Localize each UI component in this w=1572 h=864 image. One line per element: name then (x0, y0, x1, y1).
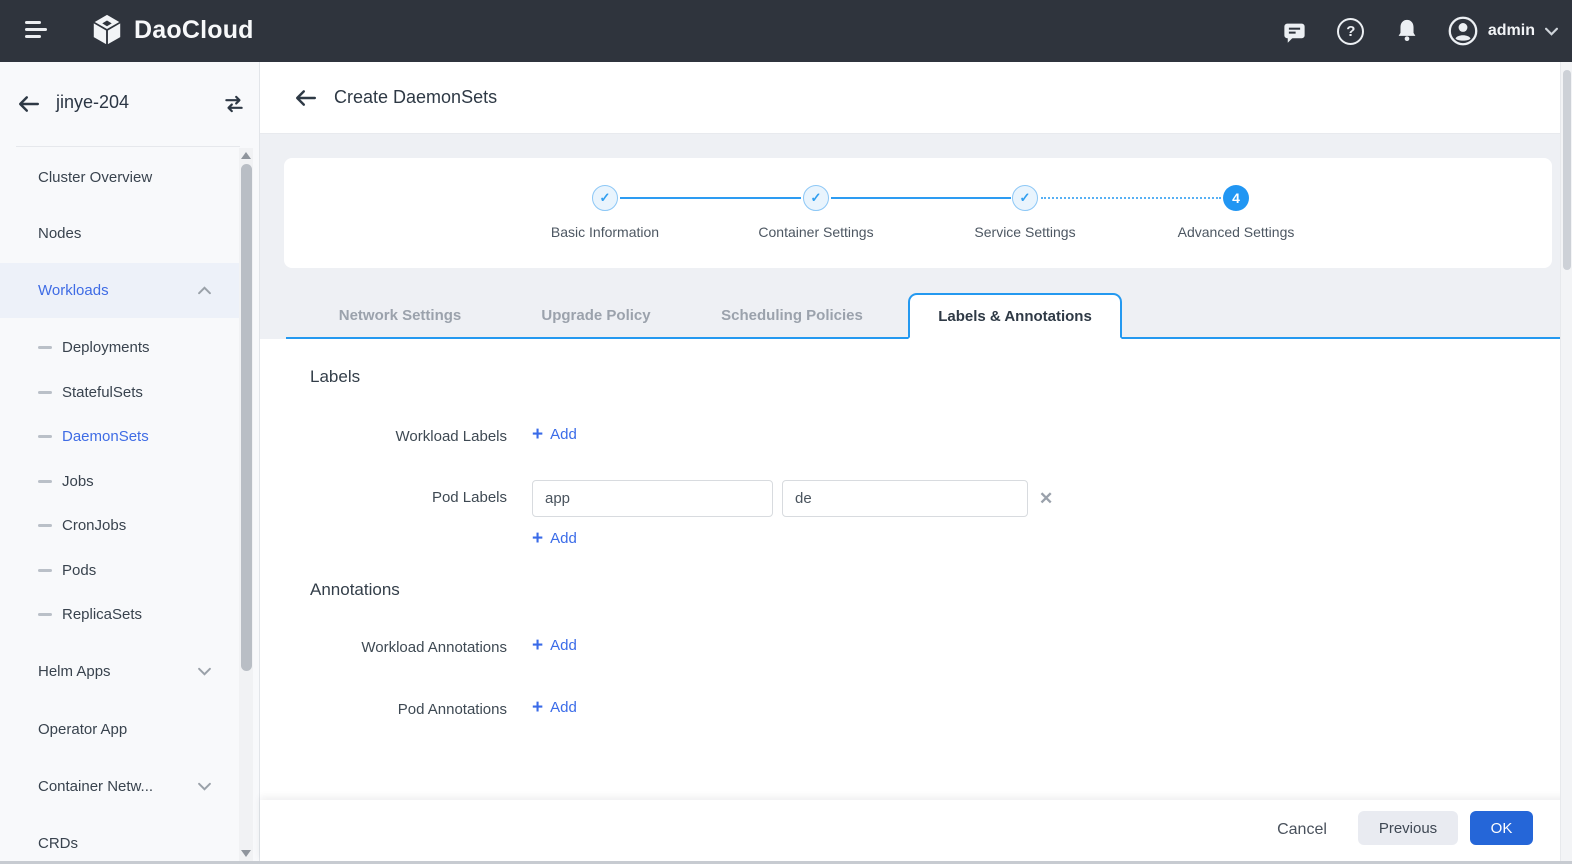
sidebar-item-crds[interactable]: CRDs (0, 823, 239, 863)
workload-annotations-label: Workload Annotations (361, 639, 507, 656)
add-workload-label-button[interactable]: + Add (532, 425, 577, 444)
sidebar-item-deployments[interactable]: Deployments (0, 327, 239, 367)
sidebar-scrollbar-thumb[interactable] (240, 164, 252, 671)
step-3-check-icon[interactable]: ✓ (1012, 185, 1038, 211)
dash-icon (38, 479, 52, 483)
chevron-up-icon (198, 286, 211, 295)
plus-icon: + (532, 528, 544, 549)
top-bar: DaoCloud ? admin (0, 0, 1572, 62)
sidebar-item-container-network[interactable]: Container Netw... (0, 766, 239, 806)
brand-name: DaoCloud (134, 15, 254, 44)
sidebar-item-cluster-overview[interactable]: Cluster Overview (0, 157, 239, 197)
scrollbar-down-arrow-icon[interactable] (241, 850, 251, 857)
tab-network-settings[interactable]: Network Settings (302, 293, 498, 337)
tab-scheduling-policies[interactable]: Scheduling Policies (694, 293, 890, 337)
cancel-button[interactable]: Cancel (1274, 814, 1330, 846)
step-4-label: Advanced Settings (1177, 224, 1295, 240)
notification-bell-icon[interactable] (1392, 16, 1422, 46)
hamburger-menu-icon[interactable] (25, 21, 49, 41)
step-2-check-icon[interactable]: ✓ (803, 185, 829, 211)
chevron-down-icon (198, 782, 211, 791)
annotations-section-heading: Annotations (310, 580, 400, 599)
sidebar: jinye-204 Cluster Overview Nodes Workloa… (0, 62, 260, 861)
step-2-label: Container Settings (758, 224, 874, 240)
tab-content: Labels Workload Labels +Add Pod Labels ✕… (260, 339, 1572, 800)
sidebar-item-replicasets[interactable]: ReplicaSets (0, 594, 239, 634)
dash-icon (38, 390, 52, 394)
dash-icon (38, 568, 52, 572)
dash-icon (38, 345, 52, 349)
sidebar-scrollbar[interactable] (239, 148, 253, 861)
user-avatar-icon (1448, 16, 1478, 46)
settings-tab-bar: Network Settings Upgrade Policy Scheduli… (286, 293, 1560, 339)
cluster-switch-icon[interactable] (222, 94, 246, 114)
previous-button[interactable]: Previous (1358, 811, 1458, 845)
sidebar-item-jobs[interactable]: Jobs (0, 461, 239, 501)
scrollbar-up-arrow-icon[interactable] (241, 152, 251, 159)
remove-pod-label-icon[interactable]: ✕ (1039, 489, 1053, 509)
sidebar-item-statefulsets[interactable]: StatefulSets (0, 372, 239, 412)
plus-icon: + (532, 697, 544, 718)
username-label: admin (1487, 22, 1535, 39)
dash-icon (38, 612, 52, 616)
sidebar-item-helm-apps[interactable]: Helm Apps (0, 651, 239, 691)
cluster-name: jinye-204 (56, 92, 130, 112)
sidebar-item-nodes[interactable]: Nodes (0, 213, 239, 253)
chevron-down-icon (1545, 27, 1558, 36)
dash-icon (38, 434, 52, 438)
step-3-label: Service Settings (974, 224, 1076, 240)
chevron-down-icon (198, 667, 211, 676)
tab-upgrade-policy[interactable]: Upgrade Policy (498, 293, 694, 337)
page-title: Create DaemonSets (334, 87, 498, 107)
step-4-badge[interactable]: 4 (1223, 185, 1249, 211)
step-connector (620, 197, 801, 199)
sidebar-divider (16, 146, 240, 147)
step-1-label: Basic Information (550, 224, 660, 240)
pod-label-key-input[interactable] (532, 480, 773, 517)
sidebar-item-daemonsets[interactable]: DaemonSets (0, 416, 239, 456)
stepper: ✓ ✓ ✓ 4 Basic Information Container Sett… (284, 158, 1552, 268)
main-area: Create DaemonSets ✓ ✓ ✓ 4 Basic Informat… (260, 62, 1572, 861)
add-workload-annotation-button[interactable]: + Add (532, 636, 577, 655)
plus-icon: + (532, 635, 544, 656)
sidebar-item-operator-app[interactable]: Operator App (0, 709, 239, 749)
sidebar-item-workloads[interactable]: Workloads (0, 263, 239, 318)
tab-labels-annotations[interactable]: Labels & Annotations (908, 293, 1122, 339)
pod-annotations-label: Pod Annotations (397, 701, 507, 718)
workload-labels-label: Workload Labels (395, 428, 507, 445)
wizard-footer: Cancel Previous OK (260, 800, 1572, 861)
message-icon[interactable] (1280, 16, 1310, 46)
page-scrollbar-thumb[interactable] (1563, 70, 1571, 270)
page-header: Create DaemonSets (260, 62, 1572, 134)
back-arrow-icon[interactable] (295, 89, 317, 107)
user-menu[interactable]: admin (1448, 16, 1558, 46)
plus-icon: + (532, 424, 544, 445)
step-1-check-icon[interactable]: ✓ (592, 185, 618, 211)
labels-section-heading: Labels (310, 367, 361, 386)
pod-label-value-input[interactable] (782, 480, 1028, 517)
sidebar-back-arrow-icon[interactable] (18, 95, 40, 115)
pod-labels-label: Pod Labels (431, 489, 507, 506)
sidebar-item-pods[interactable]: Pods (0, 550, 239, 590)
daocloud-logo-icon (90, 13, 124, 47)
dash-icon (38, 523, 52, 527)
add-pod-annotation-button[interactable]: + Add (532, 698, 577, 717)
add-pod-label-button[interactable]: + Add (532, 529, 577, 548)
brand-logo[interactable]: DaoCloud (90, 13, 254, 47)
help-icon[interactable]: ? (1336, 16, 1366, 46)
page-scrollbar[interactable] (1560, 62, 1572, 861)
step-connector-dotted (1041, 197, 1221, 199)
step-connector (831, 197, 1011, 199)
ok-button[interactable]: OK (1470, 811, 1533, 845)
sidebar-item-cronjobs[interactable]: CronJobs (0, 505, 239, 545)
